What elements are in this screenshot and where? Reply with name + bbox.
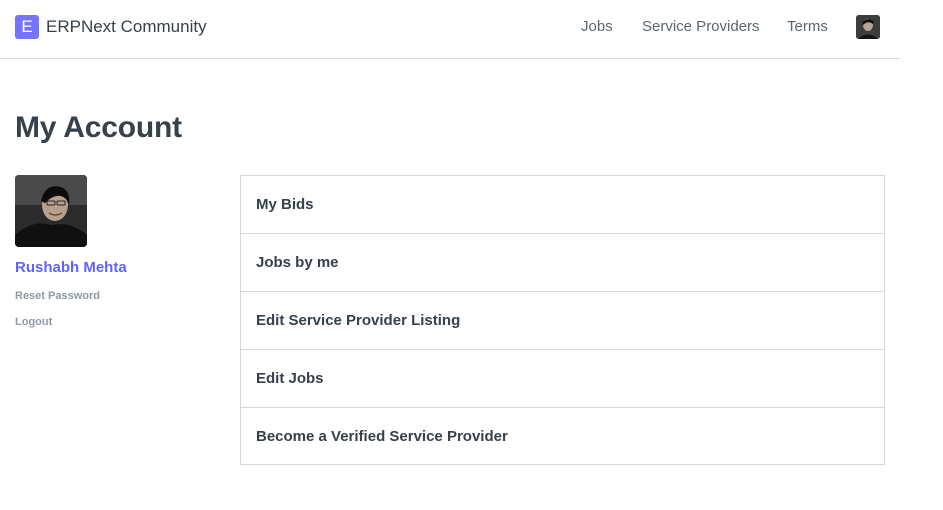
logout-link[interactable]: Logout <box>15 316 52 328</box>
profile-name-link[interactable]: Rushabh Mehta <box>15 259 127 276</box>
menu-item-jobs-by-me[interactable]: Jobs by me <box>241 234 884 292</box>
menu-item-edit-jobs[interactable]: Edit Jobs <box>241 350 884 408</box>
menu-item-my-bids[interactable]: My Bids <box>241 176 884 234</box>
top-navbar: E ERPNext Community Jobs Service Provide… <box>0 0 900 59</box>
reset-password-link[interactable]: Reset Password <box>15 290 100 302</box>
menu-item-become-verified-service-provider[interactable]: Become a Verified Service Provider <box>241 408 884 464</box>
account-menu-list: My Bids Jobs by me Edit Service Provider… <box>240 175 885 465</box>
profile-photo <box>15 175 87 247</box>
menu-item-edit-service-provider-listing[interactable]: Edit Service Provider Listing <box>241 292 884 350</box>
nav-link-service-providers[interactable]: Service Providers <box>642 18 760 35</box>
page-title: My Account <box>15 111 182 144</box>
nav-links: Jobs Service Providers Terms <box>0 18 900 38</box>
nav-link-jobs[interactable]: Jobs <box>581 18 613 35</box>
nav-link-terms[interactable]: Terms <box>787 18 828 35</box>
user-avatar-icon[interactable] <box>856 15 880 39</box>
